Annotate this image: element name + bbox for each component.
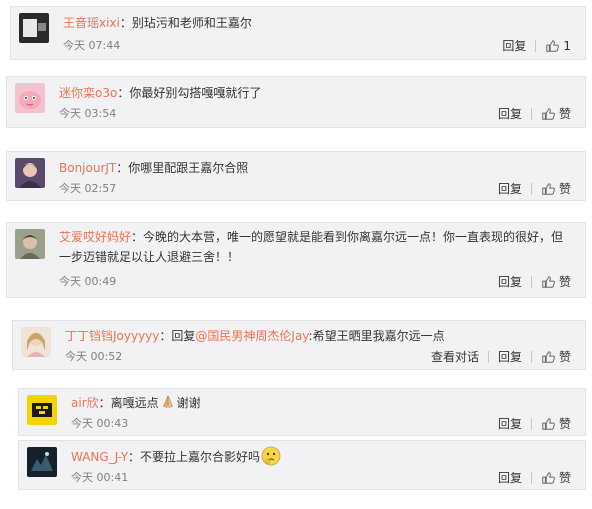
divider xyxy=(530,108,532,120)
comment-username[interactable]: BonjourJT xyxy=(59,161,116,175)
reply-button[interactable]: 回复 xyxy=(498,274,522,290)
comment-text: BonjourJT：你哪里配跟王嘉尔合照 xyxy=(59,158,569,178)
comment-actions: 回复 赞 xyxy=(498,274,571,290)
praying-hands-icon xyxy=(159,393,177,411)
avatar[interactable] xyxy=(27,447,57,477)
comment-card: BonjourJT：你哪里配跟王嘉尔合照 今天 02:57 回复 赞 xyxy=(6,151,586,201)
comment-body: ：你哪里配跟王嘉尔合照 xyxy=(116,161,249,175)
reply-button[interactable]: 回复 xyxy=(498,106,522,122)
like-button[interactable]: 赞 xyxy=(541,181,571,197)
comment-time: 今天 00:41 xyxy=(71,471,129,484)
thinking-face-icon xyxy=(260,445,282,467)
comment-body: ：离嘎远点 xyxy=(98,396,159,410)
view-conversation-button[interactable]: 查看对话 xyxy=(431,349,479,365)
comment-body: ：不要拉上嘉尔合影好吗 xyxy=(128,450,261,464)
divider xyxy=(530,276,532,288)
comment-username[interactable]: 艾爱哎好妈好 xyxy=(59,230,131,244)
comment-body: :希望王晒里我嘉尔远一点 xyxy=(308,329,445,343)
comment-card: 王音瑶xixi：别玷污和老师和王嘉尔 今天 07:44 回复 1 xyxy=(10,6,586,60)
comment-time: 今天 00:43 xyxy=(71,417,129,430)
reply-button[interactable]: 回复 xyxy=(498,181,522,197)
thumbs-up-icon xyxy=(546,40,560,52)
comment-time: 今天 03:54 xyxy=(59,107,117,120)
like-button[interactable]: 赞 xyxy=(541,274,571,290)
comment-username[interactable]: air欣 xyxy=(71,396,99,410)
comment-time: 今天 00:52 xyxy=(65,350,123,363)
like-label: 赞 xyxy=(558,107,571,121)
like-label: 赞 xyxy=(558,350,571,364)
divider xyxy=(530,351,532,363)
avatar[interactable] xyxy=(15,158,45,188)
comment-time: 今天 00:49 xyxy=(59,275,117,288)
comment-card: air欣：离嘎远点 谢谢 今天 00:43 回复 赞 xyxy=(18,388,586,436)
divider xyxy=(487,351,489,363)
like-label: 赞 xyxy=(558,471,571,485)
comment-card: 迷你栾o3o：你最好别勾搭嘎嘎就行了 今天 03:54 回复 赞 xyxy=(6,76,586,128)
comment-text: WANG_J-Y：不要拉上嘉尔合影好吗 xyxy=(71,445,569,467)
divider xyxy=(535,40,537,52)
comment-actions: 回复 赞 xyxy=(498,106,571,122)
reply-button[interactable]: 回复 xyxy=(502,38,526,54)
comment-card: WANG_J-Y：不要拉上嘉尔合影好吗 今天 00:41 回复 赞 xyxy=(18,440,586,490)
comment-actions: 回复 1 xyxy=(502,38,571,54)
comment-card: 艾爱哎好妈好：今晚的大本营，唯一的愿望就是能看到你离嘉尔远一点！你一直表现的很好… xyxy=(6,222,586,298)
comment-username[interactable]: WANG_J-Y xyxy=(71,450,128,464)
thumbs-up-icon xyxy=(542,108,555,120)
comment-username[interactable]: 迷你栾o3o xyxy=(59,86,117,100)
like-button[interactable]: 赞 xyxy=(541,416,571,432)
divider xyxy=(530,418,532,430)
avatar[interactable] xyxy=(27,395,57,425)
comment-text: air欣：离嘎远点 谢谢 xyxy=(71,393,569,413)
thumbs-up-icon xyxy=(542,472,555,484)
comment-body: ：今晚的大本营，唯一的愿望就是能看到你离嘉尔远一点！你一直表现的很好，但一步迈错… xyxy=(59,230,564,264)
mention-link[interactable]: @国民男神周杰伦Jay xyxy=(195,329,308,343)
comment-time: 今天 07:44 xyxy=(63,39,121,52)
divider xyxy=(530,472,532,484)
avatar[interactable] xyxy=(15,83,45,113)
thumbs-up-icon xyxy=(542,276,555,288)
reply-button[interactable]: 回复 xyxy=(498,416,522,432)
comment-body: ：别玷污和老师和王嘉尔 xyxy=(119,16,252,30)
comment-text: 丁丁铛铛Joyyyyy：回复@国民男神周杰伦Jay:希望王晒里我嘉尔远一点 xyxy=(65,326,569,346)
like-button[interactable]: 赞 xyxy=(541,349,571,365)
comment-text: 艾爱哎好妈好：今晚的大本营，唯一的愿望就是能看到你离嘉尔远一点！你一直表现的很好… xyxy=(59,227,569,267)
like-button[interactable]: 赞 xyxy=(541,470,571,486)
avatar[interactable] xyxy=(21,327,51,357)
like-label: 赞 xyxy=(558,417,571,431)
comment-actions: 回复 赞 xyxy=(498,416,571,432)
comment-text: 迷你栾o3o：你最好别勾搭嘎嘎就行了 xyxy=(59,83,569,103)
comment-username[interactable]: 丁丁铛铛Joyyyyy xyxy=(65,329,159,343)
like-count: 1 xyxy=(563,39,571,53)
like-button[interactable]: 1 xyxy=(545,38,571,54)
comment-body-after: 谢谢 xyxy=(176,396,201,410)
like-label: 赞 xyxy=(558,182,571,196)
avatar[interactable] xyxy=(15,229,45,259)
divider xyxy=(530,183,532,195)
comment-actions: 查看对话 回复 赞 xyxy=(431,349,571,365)
comment-body: ：你最好别勾搭嘎嘎就行了 xyxy=(117,86,262,100)
thumbs-up-icon xyxy=(542,183,555,195)
reply-button[interactable]: 回复 xyxy=(498,470,522,486)
thumbs-up-icon xyxy=(542,351,555,363)
avatar[interactable] xyxy=(19,13,49,43)
comment-actions: 回复 赞 xyxy=(498,181,571,197)
like-label: 赞 xyxy=(558,275,571,289)
like-button[interactable]: 赞 xyxy=(541,106,571,122)
comment-time: 今天 02:57 xyxy=(59,182,117,195)
comment-card: 丁丁铛铛Joyyyyy：回复@国民男神周杰伦Jay:希望王晒里我嘉尔远一点 今天… xyxy=(12,320,586,370)
reply-button[interactable]: 回复 xyxy=(498,349,522,365)
comment-text: 王音瑶xixi：别玷污和老师和王嘉尔 xyxy=(63,13,569,33)
comment-actions: 回复 赞 xyxy=(498,470,571,486)
thumbs-up-icon xyxy=(542,418,555,430)
comment-username[interactable]: 王音瑶xixi xyxy=(63,16,120,30)
reply-prefix: ：回复 xyxy=(159,329,196,343)
